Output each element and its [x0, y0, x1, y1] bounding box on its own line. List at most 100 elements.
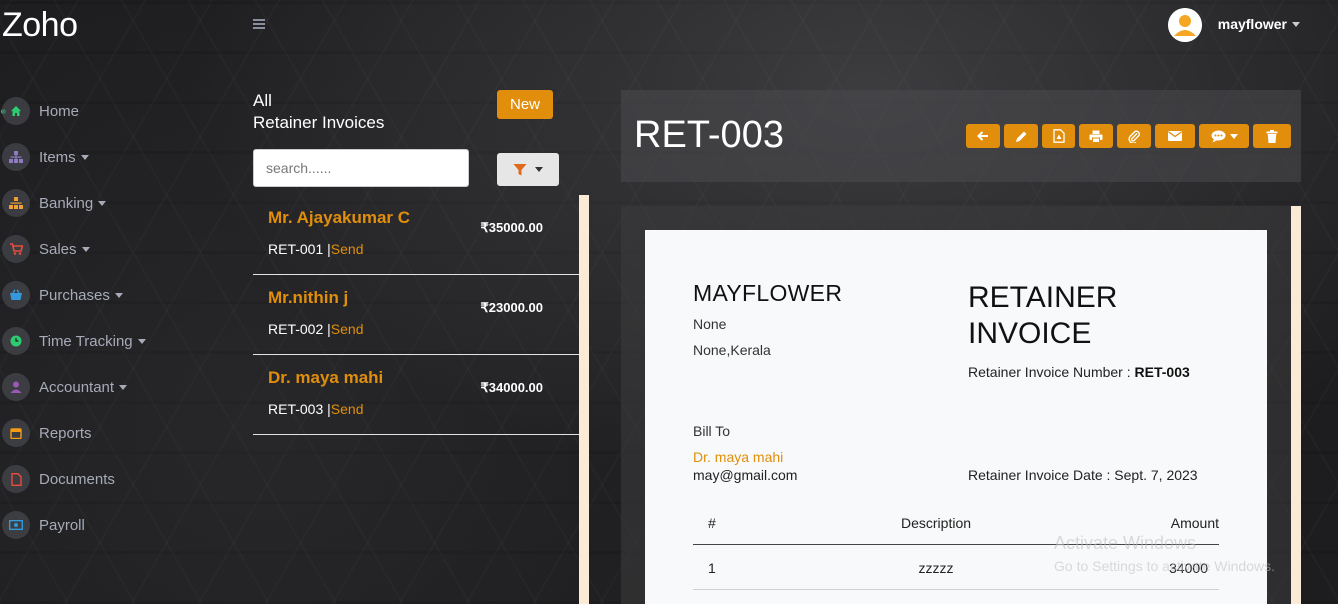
- sidebar-item-home[interactable]: Home: [0, 88, 230, 134]
- username: mayflower: [1217, 16, 1287, 32]
- action-toolbar: [966, 124, 1291, 148]
- calendar-icon: [2, 419, 30, 447]
- chevron-down-icon: [1292, 22, 1300, 28]
- cell-description: zzzzz: [918, 560, 954, 576]
- chevron-down-icon: [1229, 133, 1238, 139]
- arrow-left-icon: [977, 131, 988, 141]
- email-button[interactable]: [1155, 124, 1195, 148]
- separator: |: [323, 321, 331, 337]
- sidebar-item-documents[interactable]: Documents: [0, 456, 230, 502]
- sidebar-item-banking[interactable]: Banking: [0, 180, 230, 226]
- back-button[interactable]: [966, 124, 1000, 148]
- pdf-button[interactable]: [1042, 124, 1075, 148]
- print-icon: [1089, 130, 1103, 143]
- list-item[interactable]: Mr. Ajayakumar C RET-001 |Send ₹35000.00: [253, 195, 579, 275]
- paperclip-icon: [1127, 130, 1140, 143]
- sidebar-item-label: Sales: [39, 240, 77, 258]
- basket-icon: [2, 281, 30, 309]
- separator: |: [323, 241, 331, 257]
- bill-to-email: may@gmail.com: [693, 467, 798, 483]
- comment-icon: [1211, 130, 1225, 142]
- user-icon: [2, 373, 30, 401]
- list-item[interactable]: Dr. maya mahi RET-003 |Send ₹34000.00: [253, 355, 579, 435]
- sidebar-item-label: Purchases: [39, 286, 110, 304]
- chevron-down-icon: [98, 201, 107, 207]
- activation-watermark-subtitle: Go to Settings to activate Windows.: [1054, 558, 1275, 574]
- number-label: Retainer Invoice Number :: [968, 364, 1135, 380]
- document-icon: [2, 465, 30, 493]
- sidebar-item-sales[interactable]: Sales: [0, 226, 230, 272]
- chevron-down-icon: [535, 167, 543, 172]
- sidebar-item-accountant[interactable]: Accountant: [0, 364, 230, 410]
- filter-button[interactable]: [497, 153, 559, 186]
- edit-button[interactable]: [1004, 124, 1038, 148]
- sidebar-item-label: Payroll: [39, 516, 85, 534]
- list-item[interactable]: Mr.nithin j RET-002 |Send ₹23000.00: [253, 275, 579, 355]
- page-title: RET-003: [634, 114, 784, 156]
- sidebar-item-payroll[interactable]: Payroll: [0, 502, 230, 548]
- customer-name[interactable]: Mr. Ajayakumar C: [268, 208, 410, 228]
- separator: |: [323, 401, 331, 417]
- sidebar-item-items[interactable]: Items: [0, 134, 230, 180]
- home-icon: [2, 97, 30, 125]
- customer-name[interactable]: Dr. maya mahi: [268, 368, 383, 388]
- cell-number: 1: [708, 560, 716, 576]
- column-header-number: #: [708, 515, 716, 531]
- menu-toggle-icon[interactable]: [253, 16, 265, 32]
- sidebar-item-label: Documents: [39, 470, 115, 488]
- list-title-line2: Retainer Invoices: [253, 113, 385, 132]
- sidebar: Home Items Banking Sales Purchases Time …: [0, 88, 230, 548]
- company-name: MAYFLOWER: [693, 280, 843, 306]
- send-link[interactable]: Send: [331, 321, 364, 337]
- list-title-line1: All: [253, 91, 272, 110]
- column-header-amount: Amount: [1170, 515, 1219, 531]
- sidebar-item-label: Time Tracking: [39, 332, 133, 350]
- document-heading: RETAINER INVOICE: [968, 280, 1198, 352]
- brand-logo[interactable]: Zoho: [2, 6, 78, 45]
- bill-to-label: Bill To: [693, 423, 731, 439]
- sidebar-item-label: Items: [39, 148, 76, 166]
- sidebar-item-time-tracking[interactable]: Time Tracking: [0, 318, 230, 364]
- retainer-invoice-date: Retainer Invoice Date : Sept. 7, 2023: [968, 467, 1198, 483]
- sidebar-item-reports[interactable]: Reports: [0, 410, 230, 456]
- invoice-number: RET-003: [268, 401, 324, 417]
- sidebar-item-label: Banking: [39, 194, 94, 212]
- sidebar-item-purchases[interactable]: Purchases: [0, 272, 230, 318]
- pencil-icon: [1015, 131, 1026, 142]
- search-input[interactable]: [253, 149, 469, 187]
- sidebar-item-label: Reports: [39, 424, 92, 442]
- envelope-icon: [1168, 131, 1182, 141]
- invoice-amount: ₹34000.00: [480, 380, 544, 395]
- chevron-down-icon: [81, 247, 90, 253]
- delete-button[interactable]: [1253, 124, 1291, 148]
- send-link[interactable]: Send: [331, 241, 364, 257]
- chevron-down-icon: [114, 293, 123, 299]
- list-title: All Retainer Invoices: [253, 90, 384, 134]
- new-button[interactable]: New: [497, 90, 553, 119]
- invoice-list: Mr. Ajayakumar C RET-001 |Send ₹35000.00…: [253, 195, 579, 435]
- retainer-invoice-number: Retainer Invoice Number : RET-003: [968, 364, 1190, 380]
- sidebar-item-label: Home: [39, 102, 80, 120]
- send-link[interactable]: Send: [331, 401, 364, 417]
- column-header-description: Description: [900, 515, 972, 531]
- attach-button[interactable]: [1117, 124, 1151, 148]
- avatar: [1167, 8, 1202, 42]
- sitemap-icon: [2, 143, 30, 171]
- filter-icon: [513, 163, 527, 175]
- trash-icon: [1266, 129, 1278, 143]
- user-menu[interactable]: mayflower: [1167, 8, 1300, 42]
- user-avatar-icon: [1167, 8, 1202, 42]
- company-address-line1: None: [693, 316, 727, 332]
- customer-name[interactable]: Mr.nithin j: [268, 288, 348, 308]
- pdf-icon: [1052, 129, 1065, 143]
- bill-to-name: Dr. maya mahi: [693, 449, 784, 465]
- comments-button[interactable]: [1199, 124, 1249, 148]
- invoice-amount: ₹23000.00: [480, 300, 544, 315]
- print-button[interactable]: [1079, 124, 1113, 148]
- number-value: RET-003: [1134, 364, 1190, 380]
- sidebar-item-label: Accountant: [39, 378, 115, 396]
- clock-icon: [2, 327, 30, 355]
- list-scrollbar[interactable]: [579, 195, 589, 604]
- document-scrollbar[interactable]: [1291, 206, 1301, 604]
- invoice-amount: ₹35000.00: [480, 220, 544, 235]
